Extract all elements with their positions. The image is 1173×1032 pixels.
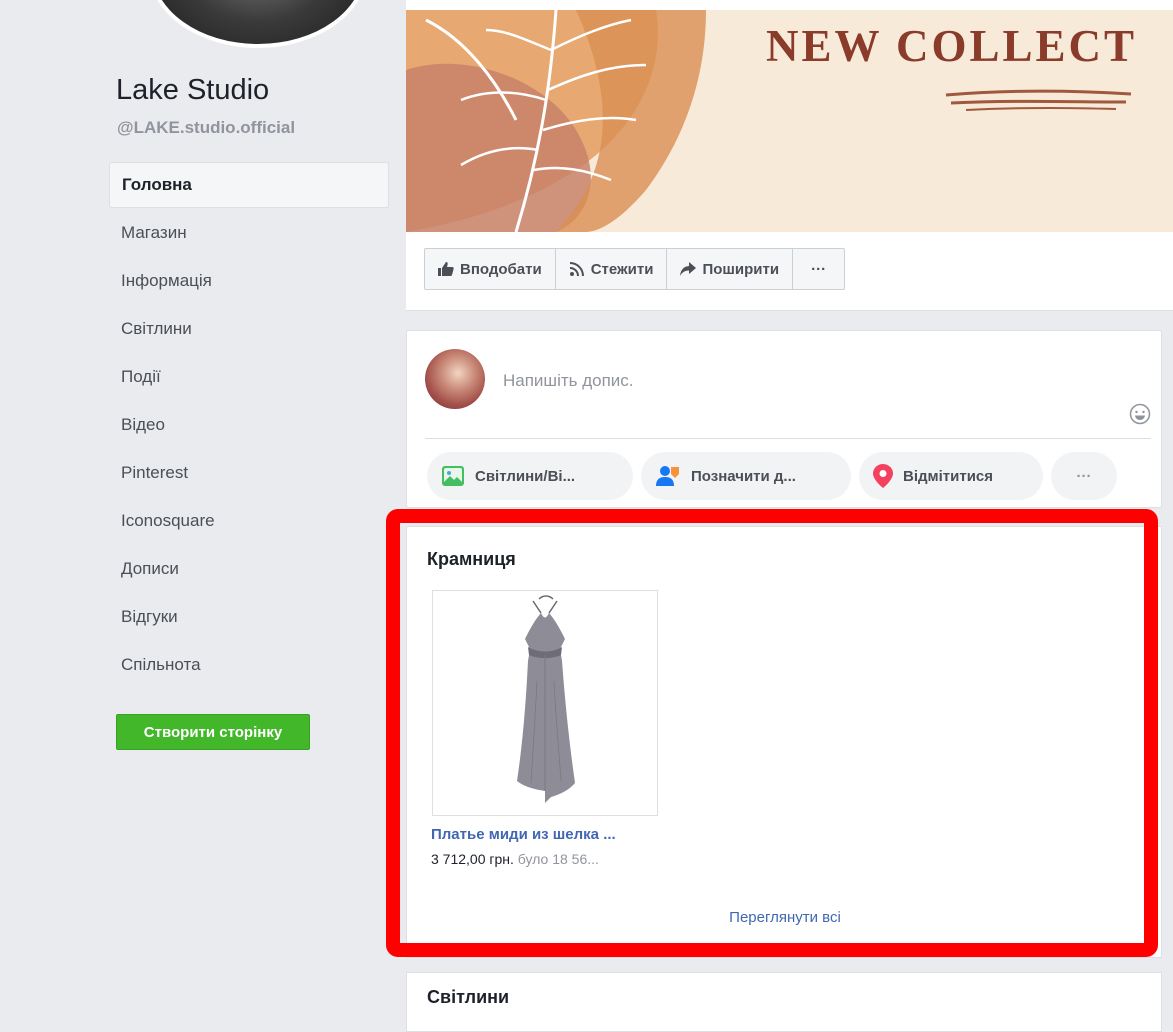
avatar[interactable] xyxy=(425,349,485,409)
page-name[interactable]: Lake Studio xyxy=(116,74,269,107)
cover-photo[interactable]: NEW COLLECT xyxy=(406,10,1173,232)
thumbs-up-icon xyxy=(438,262,454,276)
follow-button[interactable]: Стежити xyxy=(556,249,668,289)
check-in-button[interactable]: Відмітитися xyxy=(859,452,1043,500)
shop-title: Крамниця xyxy=(427,549,516,569)
sidebar-item-posts[interactable]: Дописи xyxy=(109,546,389,592)
sidebar-item-shop[interactable]: Магазин xyxy=(109,210,389,256)
dress-image xyxy=(517,595,575,803)
product-price: 3 712,00 грн. було 18 56... xyxy=(431,851,599,867)
sidebar-item-pinterest[interactable]: Pinterest xyxy=(109,450,389,496)
post-composer: Напишіть допис. Світлини/Ві... Позначити… xyxy=(406,330,1162,508)
shop-section: Крамниця Платье миди из шелка ... 3 712,… xyxy=(406,526,1162,958)
sidebar-item-iconosquare[interactable]: Iconosquare xyxy=(109,498,389,544)
product-image[interactable] xyxy=(432,590,658,816)
sidebar-item-home[interactable]: Головна xyxy=(109,162,389,208)
cover-section: NEW COLLECT Вподобати Стежити Поширити ·… xyxy=(406,0,1173,311)
composer-actions: Світлини/Ві... Позначити д... Відмітитис… xyxy=(427,452,1117,500)
location-pin-icon xyxy=(873,464,893,488)
tag-friends-label: Позначити д... xyxy=(691,467,796,485)
rss-icon xyxy=(569,262,584,277)
sidebar-item-events[interactable]: Події xyxy=(109,354,389,400)
photos-section: Світлини xyxy=(406,972,1162,1032)
sidebar-item-about[interactable]: Інформація xyxy=(109,258,389,304)
old-price: було 18 56... xyxy=(517,851,599,867)
share-arrow-icon xyxy=(680,262,697,276)
like-button[interactable]: Вподобати xyxy=(425,249,556,289)
current-price: 3 712,00 грн. xyxy=(431,851,514,867)
like-label: Вподобати xyxy=(460,260,542,278)
sidebar-nav: Головна Магазин Інформація Світлини Поді… xyxy=(109,162,389,690)
check-in-label: Відмітитися xyxy=(903,467,994,485)
create-page-button[interactable]: Створити сторінку xyxy=(116,714,310,750)
cover-title: NEW COLLECT xyxy=(766,21,1138,71)
page-action-bar: Вподобати Стежити Поширити ··· xyxy=(424,248,846,290)
sidebar-item-photos[interactable]: Світлини xyxy=(109,306,389,352)
page-profile-picture[interactable] xyxy=(148,0,368,48)
follow-label: Стежити xyxy=(590,260,654,278)
photo-video-label: Світлини/Ві... xyxy=(475,467,576,485)
photo-video-button[interactable]: Світлини/Ві... xyxy=(427,452,633,500)
more-dots-icon: ··· xyxy=(811,260,827,278)
sidebar-item-reviews[interactable]: Відгуки xyxy=(109,594,389,640)
page-handle[interactable]: @LAKE.studio.official xyxy=(117,118,295,138)
tag-people-icon xyxy=(656,466,679,486)
emoji-icon[interactable] xyxy=(1129,403,1151,425)
tag-friends-button[interactable]: Позначити д... xyxy=(641,452,851,500)
share-label: Поширити xyxy=(702,260,780,278)
photos-title: Світлини xyxy=(427,987,510,1007)
composer-divider xyxy=(425,438,1151,439)
more-actions-button[interactable]: ··· xyxy=(793,249,844,289)
sidebar-item-videos[interactable]: Відео xyxy=(109,402,389,448)
see-all-link[interactable]: Переглянути всі xyxy=(407,909,1163,926)
share-button[interactable]: Поширити xyxy=(667,249,794,289)
photo-icon xyxy=(442,466,464,486)
composer-more-button[interactable]: ··· xyxy=(1051,452,1117,500)
sidebar-item-community[interactable]: Спільнота xyxy=(109,642,389,688)
product-name-link[interactable]: Платье миди из шелка ... xyxy=(431,826,616,843)
more-dots-icon: ··· xyxy=(1076,467,1092,485)
write-post-input[interactable]: Напишіть допис. xyxy=(503,371,634,391)
